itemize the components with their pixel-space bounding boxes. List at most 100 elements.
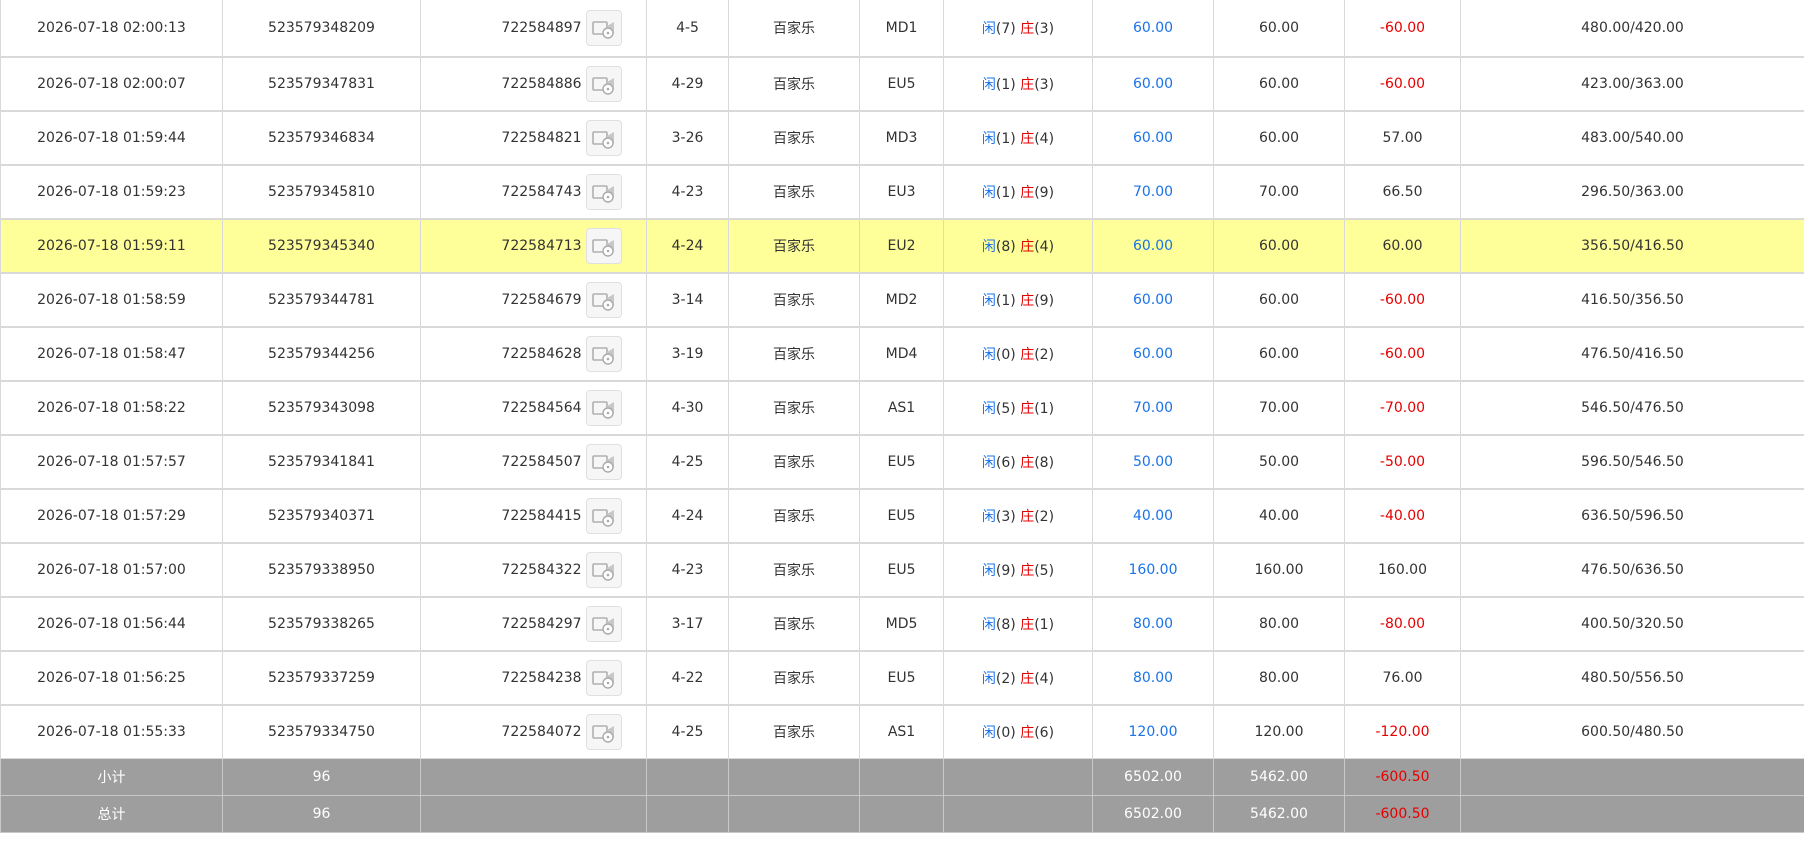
round-id-cell: 722584897 [420, 0, 647, 58]
banker-label: 庄 [1020, 509, 1035, 525]
game-name: 百家乐 [728, 164, 860, 220]
player-label: 闲 [981, 455, 996, 471]
round-id: 722584628 [501, 346, 582, 362]
table-row[interactable]: 2026-07-18 01:56:44 523579338265 722584297… [0, 596, 1804, 652]
bet-id: 523579346834 [222, 110, 421, 166]
table-row[interactable]: 2026-07-18 01:57:00 523579338950 722584322… [0, 542, 1804, 598]
round-id-wrap: 722584886 [501, 66, 622, 102]
player-label: 闲 [981, 671, 996, 687]
table-row[interactable]: 2026-07-18 01:59:44 523579346834 722584821… [0, 110, 1804, 166]
player-label: 闲 [981, 293, 996, 309]
table-row[interactable]: 2026-07-18 01:57:57 523579341841 722584507… [0, 434, 1804, 490]
round-id-wrap: 722584564 [501, 390, 622, 426]
result-cell: 闲(1) 庄(9) [943, 164, 1093, 220]
bet-id: 523579338950 [222, 542, 421, 598]
bet-amount: 60.00 [1092, 56, 1214, 112]
result-cell: 闲(8) 庄(1) [943, 596, 1093, 652]
banker-label: 庄 [1020, 617, 1035, 633]
player-label: 闲 [981, 725, 996, 741]
video-replay-icon[interactable] [585, 120, 622, 156]
player-points: (2) [995, 671, 1016, 687]
empty-cell [859, 795, 944, 833]
bet-id: 523579337259 [222, 650, 421, 706]
video-replay-icon[interactable] [585, 174, 622, 210]
banker-points: (5) [1034, 563, 1055, 579]
table-code: EU5 [859, 650, 944, 706]
video-replay-icon[interactable] [585, 660, 622, 696]
total-count: 96 [222, 795, 421, 833]
empty-cell [943, 795, 1093, 833]
table-row[interactable]: 2026-07-18 01:56:25 523579337259 722584238… [0, 650, 1804, 706]
bet-id: 523579341841 [222, 434, 421, 490]
balance-before-after: 480.50/556.50 [1460, 650, 1804, 706]
table-row[interactable]: 2026-07-18 01:55:33 523579334750 722584072… [0, 704, 1804, 759]
banker-points: (2) [1034, 347, 1055, 363]
table-code: MD3 [859, 110, 944, 166]
bet-amount: 120.00 [1092, 704, 1214, 759]
player-label: 闲 [981, 509, 996, 525]
shoe-number: 4-25 [646, 434, 729, 490]
video-replay-icon[interactable] [585, 10, 622, 46]
video-replay-icon[interactable] [585, 552, 622, 588]
bet-id: 523579347831 [222, 56, 421, 112]
banker-label: 庄 [1020, 347, 1035, 363]
bet-record-table: 2026-07-18 02:00:13 523579348209 722584897… [0, 0, 1804, 833]
table-row[interactable]: 2026-07-18 01:59:23 523579345810 722584743… [0, 164, 1804, 220]
player-points: (8) [995, 239, 1016, 255]
balance-before-after: 476.50/636.50 [1460, 542, 1804, 598]
player-label: 闲 [981, 131, 996, 147]
round-id: 722584072 [501, 724, 582, 740]
balance-before-after: 480.00/420.00 [1460, 0, 1804, 58]
table-row[interactable]: 2026-07-18 01:57:29 523579340371 722584415… [0, 488, 1804, 544]
player-label: 闲 [981, 21, 996, 37]
banker-points: (3) [1034, 77, 1055, 93]
round-id-cell: 722584297 [420, 596, 647, 652]
player-points: (5) [995, 401, 1016, 417]
shoe-number: 3-17 [646, 596, 729, 652]
banker-label: 庄 [1020, 239, 1035, 255]
video-replay-icon[interactable] [585, 390, 622, 426]
video-replay-icon[interactable] [585, 714, 622, 750]
table-row[interactable]: 2026-07-18 01:59:11 523579345340 722584713… [0, 218, 1804, 274]
round-id-cell: 722584322 [420, 542, 647, 598]
round-id-cell: 722584415 [420, 488, 647, 544]
video-replay-icon[interactable] [585, 606, 622, 642]
shoe-number: 4-22 [646, 650, 729, 706]
table-row[interactable]: 2026-07-18 02:00:13 523579348209 722584897… [0, 0, 1804, 58]
banker-label: 庄 [1020, 563, 1035, 579]
table-code: MD2 [859, 272, 944, 328]
result-cell: 闲(8) 庄(4) [943, 218, 1093, 274]
video-replay-icon[interactable] [585, 336, 622, 372]
bet-id: 523579344256 [222, 326, 421, 382]
valid-bet: 70.00 [1213, 164, 1345, 220]
bet-amount: 50.00 [1092, 434, 1214, 490]
game-name: 百家乐 [728, 434, 860, 490]
round-id-wrap: 722584507 [501, 444, 622, 480]
shoe-number: 4-24 [646, 488, 729, 544]
table-row[interactable]: 2026-07-18 01:58:47 523579344256 722584628… [0, 326, 1804, 382]
player-points: (1) [995, 293, 1016, 309]
bet-time: 2026-07-18 01:58:47 [0, 326, 223, 382]
video-replay-icon[interactable] [585, 498, 622, 534]
round-id-cell: 722584628 [420, 326, 647, 382]
video-replay-icon[interactable] [585, 228, 622, 264]
valid-bet: 60.00 [1213, 218, 1345, 274]
valid-bet: 60.00 [1213, 0, 1345, 58]
total-bet: 6502.00 [1092, 758, 1214, 796]
table-row[interactable]: 2026-07-18 01:58:59 523579344781 722584679… [0, 272, 1804, 328]
valid-bet: 80.00 [1213, 650, 1345, 706]
bet-amount: 80.00 [1092, 596, 1214, 652]
video-replay-icon[interactable] [585, 282, 622, 318]
video-replay-icon[interactable] [585, 66, 622, 102]
banker-points: (8) [1034, 455, 1055, 471]
valid-bet: 70.00 [1213, 380, 1345, 436]
shoe-number: 4-29 [646, 56, 729, 112]
balance-before-after: 600.50/480.50 [1460, 704, 1804, 759]
video-replay-icon[interactable] [585, 444, 622, 480]
valid-bet: 160.00 [1213, 542, 1345, 598]
round-id-cell: 722584821 [420, 110, 647, 166]
table-row[interactable]: 2026-07-18 01:58:22 523579343098 722584564… [0, 380, 1804, 436]
win-loss: -70.00 [1344, 380, 1461, 436]
result-cell: 闲(0) 庄(6) [943, 704, 1093, 759]
table-row[interactable]: 2026-07-18 02:00:07 523579347831 722584886… [0, 56, 1804, 112]
